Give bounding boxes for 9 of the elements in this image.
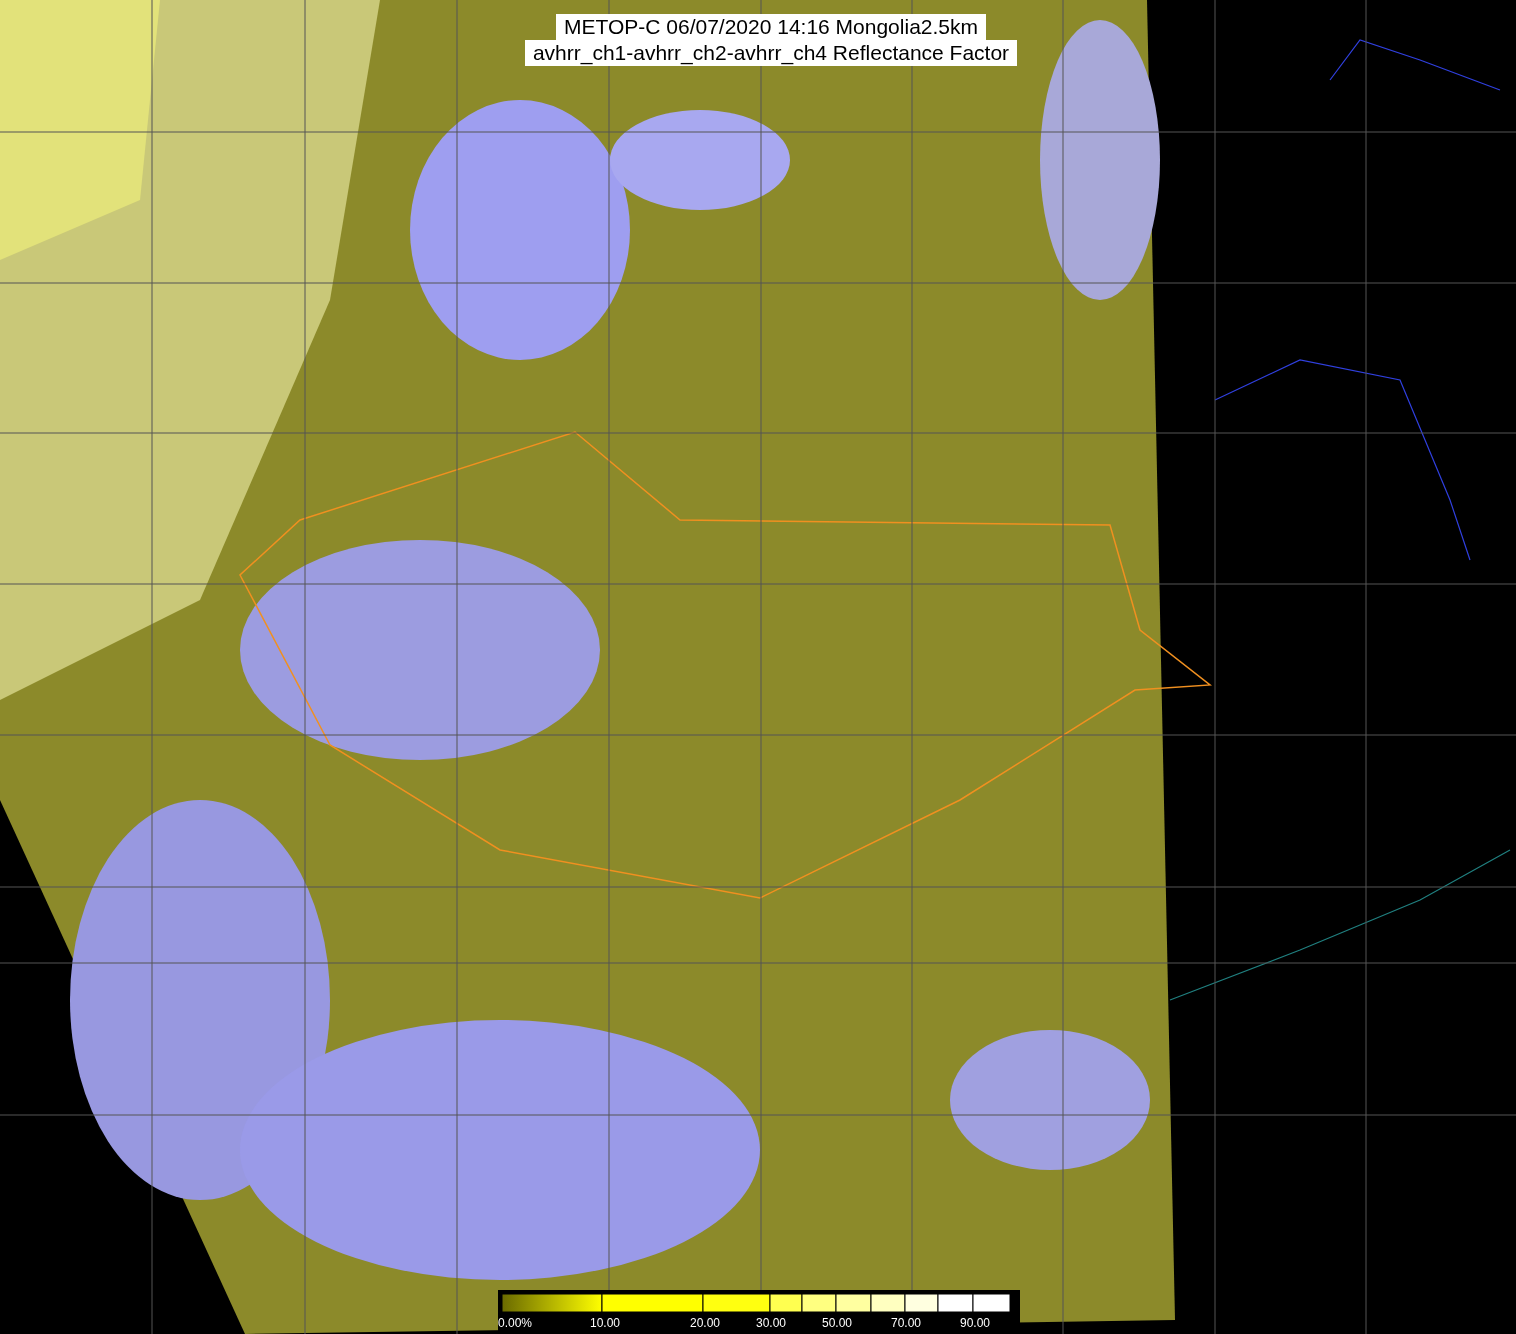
scale-label: 30.00 <box>756 1316 787 1330</box>
scale-label: 20.00 <box>690 1316 721 1330</box>
map-title: avhrr_ch1-avhrr_ch2-avhrr_ch4 Reflectance Factor <box>524 40 1018 66</box>
scale-label: 0.00% <box>498 1316 533 1330</box>
scale-label: 50.00 <box>822 1316 853 1330</box>
map-title: METOP-C 06/07/2020 14:16 Mongolia2.5km <box>556 14 986 40</box>
scale-label: 90.00 <box>960 1316 991 1330</box>
scale-label: 10.00 <box>590 1316 621 1330</box>
scale-label: 70.00 <box>891 1316 922 1330</box>
